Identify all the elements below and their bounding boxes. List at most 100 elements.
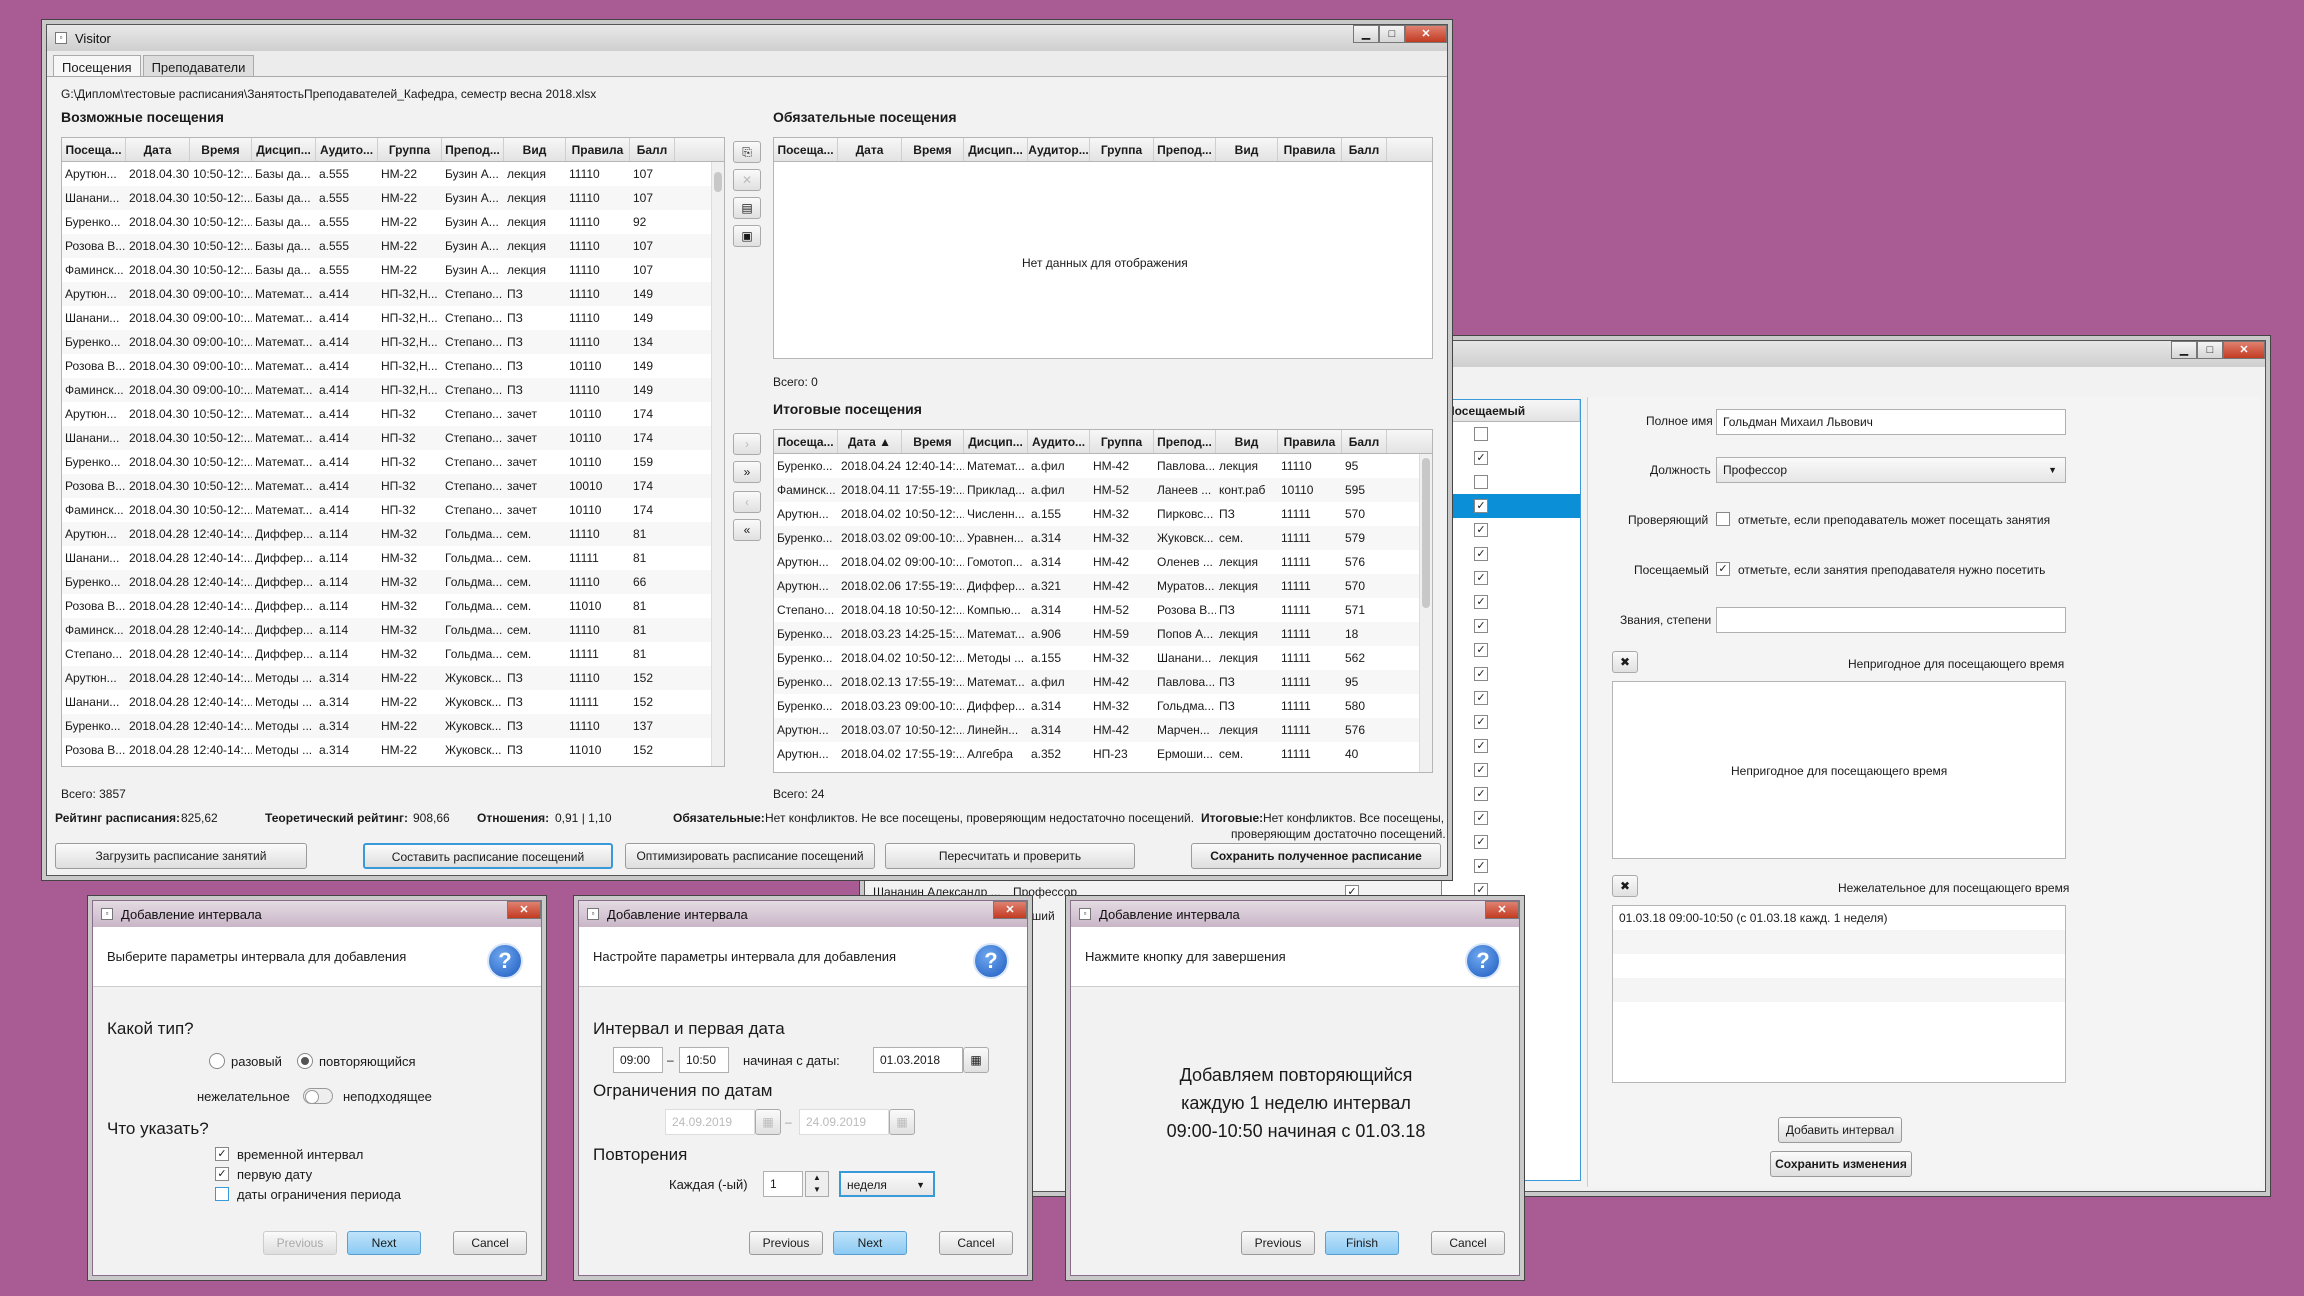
visited-checkbox[interactable]: ✓ (1474, 643, 1488, 657)
add-interval-button[interactable]: Добавить интервал (1778, 1117, 1902, 1143)
table-row[interactable]: Буренко... 2018.03.23 09:00-10:... Диффер..… (774, 694, 1432, 718)
move-all-left-icon[interactable]: « (733, 519, 761, 541)
compose-schedule-button[interactable]: Составить расписание посещений (363, 843, 613, 869)
check-first-date[interactable]: ✓ (215, 1167, 229, 1181)
check-period-limits[interactable] (215, 1187, 229, 1201)
teacher-row[interactable]: ✓ (1442, 854, 1580, 878)
mandatory-table[interactable]: Посеща... Дата Время Дисцип... Аудитор... Гру… (773, 137, 1433, 359)
visited-checkbox[interactable]: ✓ (1474, 691, 1488, 705)
teacher-row[interactable]: ✓ (1442, 518, 1580, 542)
radio-repeat[interactable] (297, 1053, 313, 1069)
previous-button[interactable]: Previous (263, 1231, 337, 1255)
calendar-icon[interactable]: ▦ (755, 1109, 781, 1135)
close-icon[interactable]: ✕ (993, 901, 1027, 919)
table-row[interactable]: Арутюн... 2018.04.30 10:50-12:... Математ..… (62, 402, 724, 426)
next-button[interactable]: Next (833, 1231, 907, 1255)
final-column-header[interactable]: Правила (1278, 430, 1342, 453)
possible-column-header[interactable]: Дата (126, 138, 190, 161)
maximize-icon[interactable]: □ (2197, 341, 2223, 359)
move-right-icon[interactable]: › (733, 433, 761, 455)
visited-checkbox[interactable]: ✓ (1474, 595, 1488, 609)
mandatory-column-header[interactable]: Аудитор... (1028, 138, 1090, 161)
possible-column-header[interactable]: Правила (566, 138, 630, 161)
limit-to-field[interactable]: 24.09.2019 (799, 1109, 889, 1135)
visited-checkbox[interactable]: ✓ (1474, 619, 1488, 633)
table-row[interactable]: Буренко... 2018.03.23 14:25-15:... Матемaт.… (774, 622, 1432, 646)
possible-column-header[interactable]: Дисцип... (252, 138, 316, 161)
teacher-row[interactable]: ✓ (1442, 446, 1580, 470)
visited-checkbox[interactable]: ✓ (1474, 883, 1488, 897)
visited-checkbox[interactable]: ✓ (1474, 571, 1488, 585)
visited-checkbox[interactable]: ✓ (1474, 835, 1488, 849)
final-column-header[interactable]: Дата ▲ (838, 430, 902, 453)
calendar-icon[interactable]: ▦ (963, 1047, 989, 1073)
close-icon[interactable]: ✕ (507, 901, 541, 919)
possible-column-header[interactable]: Вид (504, 138, 566, 161)
table-row[interactable]: Фаминск... 2018.04.30 09:00-10:... Математ.… (62, 378, 724, 402)
table-row[interactable]: Буренко... 2018.04.30 10:50-12:... Базы да.… (62, 210, 724, 234)
recalc-button[interactable]: Пересчитать и проверить (885, 843, 1135, 869)
load-schedule-button[interactable]: Загрузить расписание занятий (55, 843, 307, 869)
save-icon[interactable]: ▣ (733, 225, 761, 247)
teacher-row[interactable]: ✓ (1442, 734, 1580, 758)
mandatory-column-header[interactable]: Препод... (1154, 138, 1216, 161)
teacher-row[interactable]: ✓ (1442, 662, 1580, 686)
teacher-row[interactable]: ✓ (1442, 494, 1580, 518)
previous-button[interactable]: Previous (1241, 1231, 1315, 1255)
table-row[interactable]: Шанани... 2018.04.28 12:40-14:... Методы ..… (62, 690, 724, 714)
possible-column-header[interactable]: Посеща... (62, 138, 126, 161)
radio-once[interactable] (209, 1053, 225, 1069)
teacher-row[interactable]: ✓ (1442, 758, 1580, 782)
possible-scrollbar[interactable] (711, 162, 724, 766)
save-changes-button[interactable]: Сохранить изменения (1770, 1151, 1912, 1177)
table-row[interactable]: Шанани... 2018.04.30 09:00-10:... Математ..… (62, 306, 724, 330)
close-icon[interactable]: ✕ (1405, 25, 1447, 43)
table-row[interactable]: Шанани... 2018.04.28 12:40-14:... Диффер...… (62, 546, 724, 570)
mandatory-column-header[interactable]: Правила (1278, 138, 1342, 161)
table-row[interactable]: Арутюн... 2018.02.06 17:55-19:... Диффер...… (774, 574, 1432, 598)
table-row[interactable]: Фаминск... 2018.04.30 10:50-12:... Математ.… (62, 498, 724, 522)
visited-checkbox[interactable]: ✓ (1474, 859, 1488, 873)
save-schedule-button[interactable]: Сохранить полученное расписание (1191, 843, 1441, 869)
teacher-row[interactable] (1442, 422, 1580, 446)
teacher-row[interactable]: ✓ (1442, 638, 1580, 662)
table-row[interactable]: Арутюн... 2018.04.30 09:00-10:... Математ..… (62, 282, 724, 306)
table-row[interactable]: Буренко... 2018.04.24 12:40-14:... Матемaт.… (774, 454, 1432, 478)
visited-checkbox[interactable]: ✓ (1474, 667, 1488, 681)
column-visited[interactable]: Посещаемый (1442, 400, 1580, 421)
teacher-row[interactable]: ✓ (1442, 686, 1580, 710)
table-row[interactable]: Буренко... 2018.04.02 10:50-12:... Методы .… (774, 646, 1432, 670)
check-time-interval[interactable]: ✓ (215, 1147, 229, 1161)
table-row[interactable]: Фаминск... 2018.04.28 12:40-14:... Диффер..… (62, 618, 724, 642)
final-scrollbar[interactable] (1419, 454, 1432, 772)
final-column-header[interactable]: Аудито... (1028, 430, 1090, 453)
final-column-header[interactable]: Время (902, 430, 964, 453)
calendar-icon[interactable]: ▦ (889, 1109, 915, 1135)
document-icon[interactable]: ▤ (733, 197, 761, 219)
visited-checkbox[interactable]: ✓ (1474, 523, 1488, 537)
teacher-row[interactable]: ✓ (1442, 830, 1580, 854)
teacher-row[interactable]: ✓ (1442, 566, 1580, 590)
move-all-right-icon[interactable]: » (733, 461, 761, 483)
table-row[interactable]: Буренко... 2018.04.28 12:40-14:... Методы .… (62, 714, 724, 738)
table-row[interactable]: Арутюн... 2018.04.02 17:55-19:... Алгебра а.… (774, 742, 1432, 766)
table-row[interactable]: Арутюн... 2018.04.02 10:50-12:... Численн..… (774, 502, 1432, 526)
cancel-button[interactable]: Cancel (453, 1231, 527, 1255)
visited-checkbox[interactable]: ✓ (1474, 739, 1488, 753)
visited-checkbox[interactable]: ✓ (1474, 715, 1488, 729)
each-spinner[interactable]: ▲ ▼ (805, 1171, 829, 1197)
start-date-field[interactable]: 01.03.2018 (873, 1047, 963, 1073)
table-row[interactable]: Буренко... 2018.02.13 17:55-19:... Матемaт.… (774, 670, 1432, 694)
close-icon[interactable]: ✕ (1485, 901, 1519, 919)
table-row[interactable]: Фаминск... 2018.04.11 17:55-19:... Приклад.… (774, 478, 1432, 502)
visited-checkbox[interactable]: ✓ (1474, 763, 1488, 777)
close-icon[interactable]: ✕ (2223, 341, 2265, 359)
table-row[interactable]: Степано... 2018.04.18 10:50-12:... Компью..… (774, 598, 1432, 622)
finish-button[interactable]: Finish (1325, 1231, 1399, 1255)
table-row[interactable]: Буренко... 2018.03.02 09:00-10:... Уравнен.… (774, 526, 1432, 550)
visited-checkbox[interactable]: ✓ (1474, 451, 1488, 465)
optimize-schedule-button[interactable]: Оптимизировать расписание посещений (625, 843, 875, 869)
mandatory-column-header[interactable]: Группа (1090, 138, 1154, 161)
titles-field[interactable] (1716, 607, 2066, 633)
possible-table[interactable]: Посеща... Дата Время Дисцип... Аудито... Груп… (61, 137, 725, 767)
